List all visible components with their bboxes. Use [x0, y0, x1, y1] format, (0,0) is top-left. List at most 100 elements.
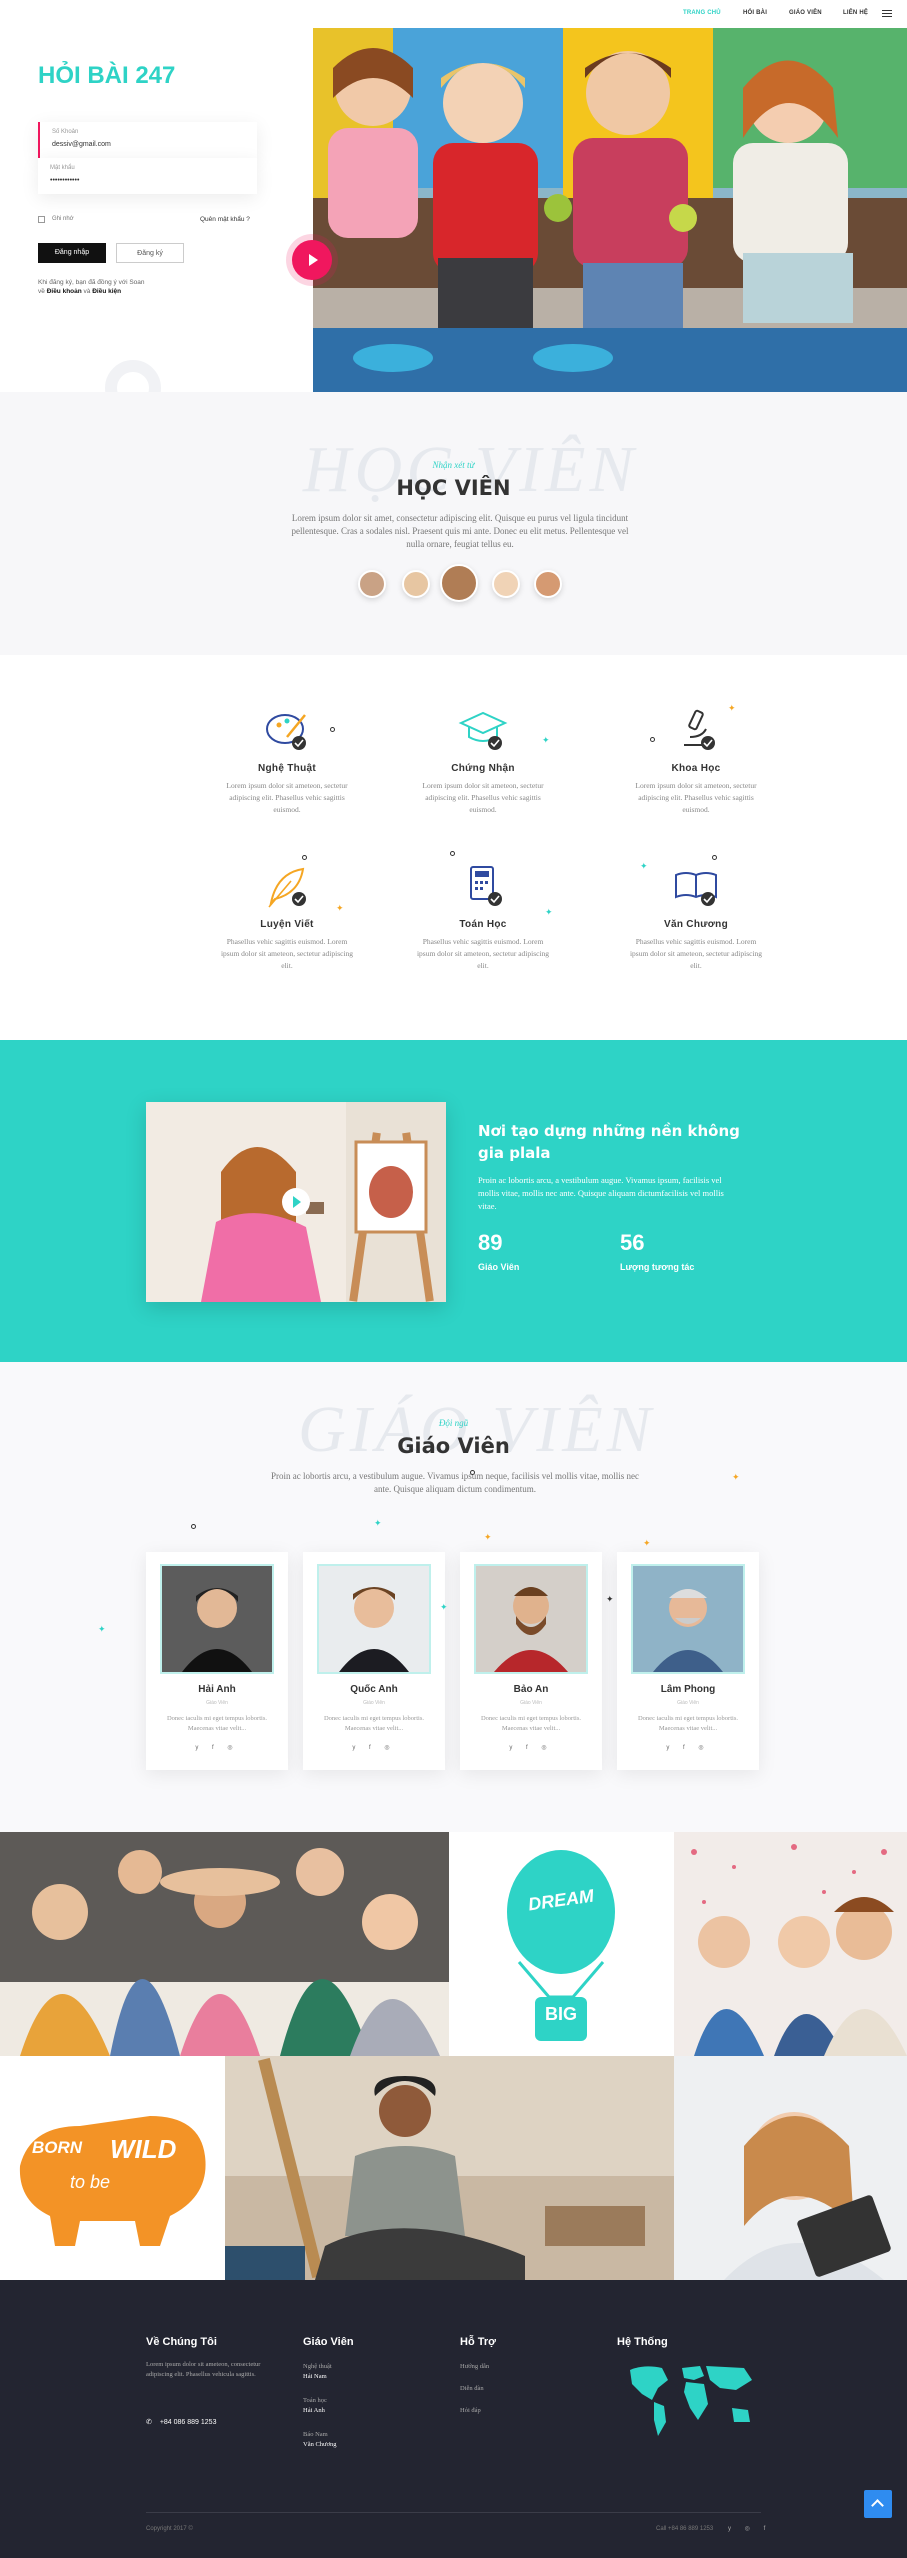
- teacher-photo: [474, 1564, 588, 1674]
- conditions-link[interactable]: Điều kiện: [92, 288, 121, 295]
- teacher-desc: Donec iaculis mi eget tempus lobortis. M…: [166, 1715, 267, 1732]
- forgot-password-link[interactable]: Quên mật khẩu ?: [200, 216, 250, 223]
- teacher-name: Bảo An: [513, 1684, 549, 1695]
- stat-interactions-number: 56: [620, 1230, 645, 1255]
- play-icon: [293, 1196, 301, 1208]
- scroll-top-button[interactable]: [864, 2490, 892, 2518]
- footer-teacher-item[interactable]: Báo Nam Văn Chương: [303, 2430, 337, 2450]
- teacher-photo: [317, 1564, 431, 1674]
- password-value: ••••••••••••: [50, 177, 80, 184]
- wild-text: WILD: [110, 2134, 177, 2164]
- decor-dot: [470, 1470, 475, 1475]
- teacher-card[interactable]: Lâm Phong Giáo Viên Donec iaculis mi ege…: [617, 1552, 759, 1770]
- username-label: Số Khoản: [52, 129, 79, 135]
- footer-about-text: Lorem ipsum dolor sit ameteon, consectet…: [146, 2361, 261, 2378]
- top-navbar: TRANG CHỦ HỎI BÀI GIÁO VIÊN LIÊN HỆ: [0, 0, 907, 28]
- student-avatar-5[interactable]: [534, 570, 562, 598]
- decor-dot: [650, 737, 655, 742]
- feature-writing-name: Luyện Viết: [260, 919, 314, 930]
- teacher-photo: [160, 1564, 274, 1674]
- student-avatar-2[interactable]: [402, 570, 430, 598]
- feature-certificate-name: Chứng Nhận: [451, 763, 515, 774]
- book-icon: [666, 863, 726, 911]
- decor-star: ✦: [374, 1518, 382, 1528]
- footer-phone[interactable]: ✆ +84 086 889 1253: [146, 2418, 216, 2426]
- teacher-social-icons[interactable]: y f ◎: [303, 1744, 445, 1751]
- feature-certificate: Chứng Nhận Lorem ipsum dolor sit ameteon…: [413, 707, 553, 816]
- about-play-button[interactable]: [282, 1188, 310, 1216]
- feature-writing-desc: Phasellus vehic sagittis euismod. Lorem …: [220, 937, 354, 970]
- student-avatar-4[interactable]: [492, 570, 520, 598]
- student-avatar-1[interactable]: [358, 570, 386, 598]
- teacher-desc: Donec iaculis mi eget tempus lobortis. M…: [480, 1715, 581, 1732]
- teacher-card[interactable]: Bảo An Giáo Viên Donec iaculis mi eget t…: [460, 1552, 602, 1770]
- footer-divider: [146, 2512, 761, 2513]
- site-title: HỎI BÀI 247: [38, 62, 176, 89]
- feature-science-name: Khoa Học: [671, 763, 721, 774]
- footer-teacher-item[interactable]: Nghệ thuật Hải Nam: [303, 2362, 332, 2382]
- big-text: BIG: [544, 2004, 577, 2024]
- terms-text: Khi đăng ký, bạn đã đồng ý với Soan về Đ…: [38, 279, 145, 295]
- to-be-text: to be: [70, 2172, 111, 2192]
- menu-icon[interactable]: [882, 10, 892, 17]
- features-section: Nghệ Thuật Lorem ipsum dolor sit ameteon…: [0, 655, 907, 1040]
- graduation-cap-icon: [453, 707, 513, 755]
- footer-social-icons[interactable]: y ◎ f: [728, 2525, 771, 2532]
- teacher-name: Quốc Anh: [350, 1684, 398, 1695]
- teacher-social-icons[interactable]: y f ◎: [617, 1744, 759, 1751]
- feature-math-name: Toán Học: [459, 919, 507, 930]
- feature-science: Khoa Học Lorem ipsum dolor sit ameteon, …: [626, 707, 766, 816]
- teacher-name: Hải Anh: [198, 1684, 236, 1695]
- footer-support-link[interactable]: Hướng dẫn: [460, 2362, 489, 2372]
- student-avatar-3[interactable]: [440, 564, 478, 602]
- copyright-text: Copyright 2017 ©: [146, 2526, 193, 2532]
- calculator-icon: [453, 863, 513, 911]
- feature-art-desc: Lorem ipsum dolor sit ameteon, sectetur …: [226, 781, 348, 814]
- feature-art: Nghệ Thuật Lorem ipsum dolor sit ameteon…: [217, 707, 357, 816]
- login-button[interactable]: Đăng nhập: [38, 243, 106, 263]
- footer-about-title: Về Chúng Tôi: [146, 2336, 217, 2348]
- decor-star: ✦: [728, 703, 736, 713]
- teacher-social-icons[interactable]: y f ◎: [146, 1744, 288, 1751]
- remember-checkbox[interactable]: [38, 216, 45, 223]
- nav-teachers[interactable]: GIÁO VIÊN: [789, 10, 822, 16]
- register-button[interactable]: Đăng ký: [116, 243, 184, 263]
- feature-science-desc: Lorem ipsum dolor sit ameteon, sectetur …: [635, 781, 757, 814]
- teacher-card[interactable]: Quốc Anh Giáo Viên Donec iaculis mi eget…: [303, 1552, 445, 1770]
- born-text: BORN: [32, 2138, 83, 2157]
- teacher-name: Lâm Phong: [660, 1684, 716, 1695]
- nav-contact[interactable]: LIÊN HỆ: [843, 10, 868, 16]
- teacher-social-icons[interactable]: y f ◎: [460, 1744, 602, 1751]
- play-icon: [309, 254, 318, 266]
- footer-teacher-item[interactable]: Toán học Hải Anh: [303, 2396, 327, 2416]
- teacher-card[interactable]: Hải Anh Giáo Viên Donec iaculis mi eget …: [146, 1552, 288, 1770]
- gallery-image-teamwork: [0, 1832, 449, 2056]
- feature-math: Toán Học Phasellus vehic sagittis euismo…: [413, 863, 553, 972]
- gallery-image-girl-laptop: [674, 2056, 907, 2280]
- teacher-desc: Donec iaculis mi eget tempus lobortis. M…: [323, 1715, 424, 1732]
- decor-star: ✦: [606, 1594, 614, 1604]
- play-video-button[interactable]: [292, 240, 332, 280]
- decor-dot: [450, 851, 455, 856]
- feature-literature: Văn Chương Phasellus vehic sagittis euis…: [626, 863, 766, 972]
- nav-ask[interactable]: HỎI BÀI: [743, 10, 767, 16]
- feature-math-desc: Phasellus vehic sagittis euismod. Lorem …: [416, 937, 550, 970]
- teacher-photo: [631, 1564, 745, 1674]
- decor-star: ✦: [484, 1532, 492, 1542]
- footer-support-link[interactable]: Diễn đàn: [460, 2384, 484, 2394]
- teachers-section: GIÁO VIÊN Đội ngũ Giáo Viên Proin ac lob…: [0, 1362, 907, 1832]
- footer-support-link[interactable]: Hỏi đáp: [460, 2406, 481, 2416]
- nav-home[interactable]: TRANG CHỦ: [683, 10, 721, 16]
- username-field[interactable]: Số Khoản dessiv@gmail.com: [38, 122, 257, 158]
- password-field[interactable]: Mật khẩu ••••••••••••: [38, 158, 257, 194]
- gallery-image-painting: [225, 2056, 674, 2280]
- about-image: [146, 1102, 446, 1302]
- footer: [0, 2280, 907, 2558]
- teachers-title: Giáo Viên: [397, 1434, 510, 1458]
- teachers-subtitle: Đội ngũ: [438, 1418, 469, 1428]
- terms-link[interactable]: Điều khoản: [47, 288, 82, 295]
- teacher-role: Giáo Viên: [520, 1700, 542, 1706]
- teacher-role: Giáo Viên: [206, 1700, 228, 1706]
- decor-dot: [712, 855, 717, 860]
- decor-star: ✦: [542, 735, 550, 745]
